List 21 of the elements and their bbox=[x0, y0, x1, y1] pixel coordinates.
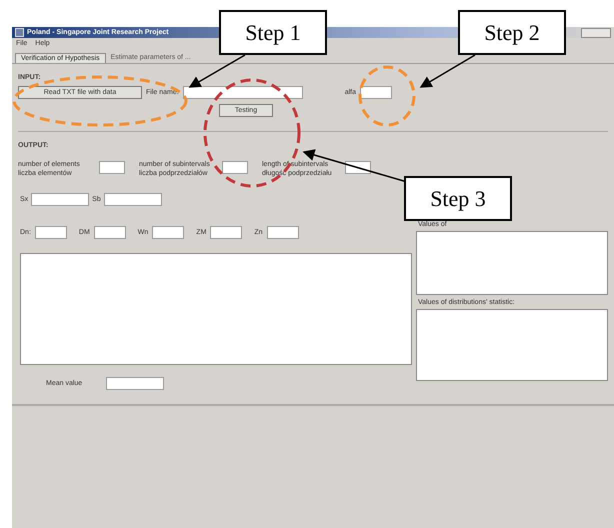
stat-field[interactable] bbox=[34, 226, 67, 239]
stat-field[interactable] bbox=[266, 226, 299, 239]
step-callout: Step 1 bbox=[219, 10, 327, 55]
stat-field[interactable] bbox=[94, 226, 126, 239]
step-callout: Step 3 bbox=[404, 176, 512, 221]
mean-value-field[interactable] bbox=[106, 377, 164, 390]
alfa-field[interactable] bbox=[360, 86, 392, 99]
stat-field[interactable] bbox=[152, 226, 184, 239]
file-name-field[interactable] bbox=[182, 86, 303, 99]
stat-field[interactable] bbox=[31, 193, 90, 206]
callout-arrow bbox=[420, 54, 476, 88]
results-text-area[interactable] bbox=[20, 253, 412, 365]
count-field[interactable] bbox=[99, 161, 125, 174]
statistic-text-area[interactable] bbox=[416, 309, 608, 381]
statistic-text-area[interactable] bbox=[416, 231, 608, 295]
stat-field[interactable] bbox=[210, 226, 242, 239]
app-icon bbox=[15, 28, 24, 37]
stat-field[interactable] bbox=[104, 193, 162, 206]
callout-arrow bbox=[188, 54, 246, 88]
step-callout: Step 2 bbox=[458, 10, 566, 55]
count-field[interactable] bbox=[222, 161, 248, 174]
